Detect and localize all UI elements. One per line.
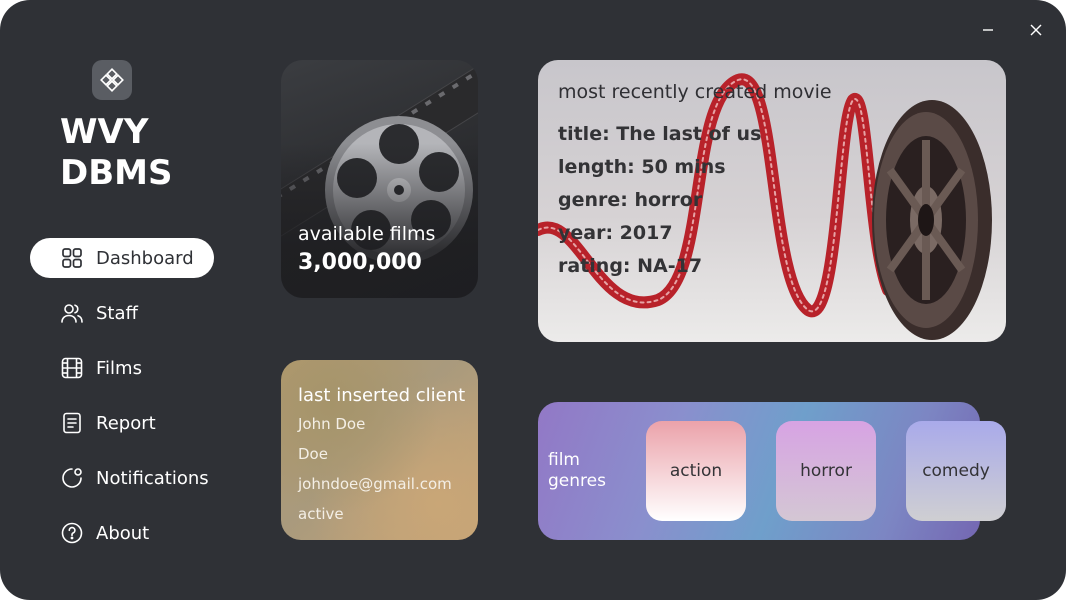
nav-label-staff: Staff <box>96 302 138 324</box>
minimize-button[interactable] <box>976 18 1000 42</box>
client-email: johndoe@gmail.com <box>298 475 452 493</box>
recent-movie-rating: rating: NA-17 <box>558 255 703 277</box>
film-genres-heading: film genres <box>548 450 606 492</box>
close-button[interactable] <box>1024 18 1048 42</box>
diamond-grid-icon <box>100 68 124 92</box>
app-title: WVY DBMS <box>60 112 172 194</box>
app-logo <box>92 60 132 100</box>
genre-tile-action[interactable]: action <box>646 421 746 521</box>
help-icon <box>60 521 84 545</box>
genre-label-comedy: comedy <box>922 461 990 481</box>
client-full-name: John Doe <box>298 415 366 433</box>
genre-label-horror: horror <box>800 461 852 481</box>
bell-icon <box>60 466 84 490</box>
recent-movie-card: most recently created movie title: The l… <box>538 60 1006 342</box>
nav-item-staff[interactable]: Staff <box>30 293 214 333</box>
nav-item-report[interactable]: Report <box>30 403 214 443</box>
last-client-heading: last inserted client <box>298 385 466 406</box>
film-icon <box>60 356 84 380</box>
app-title-line2: DBMS <box>60 153 173 193</box>
genre-label-action: action <box>669 461 723 481</box>
available-films-label: available films <box>298 223 436 245</box>
recent-movie-year: year: 2017 <box>558 222 673 244</box>
users-icon <box>60 301 84 325</box>
app-window: WVY DBMS Dashboard Staff Films Report No… <box>0 0 1066 600</box>
available-films-count: 3,000,000 <box>298 250 422 275</box>
document-icon <box>60 411 84 435</box>
recent-movie-title: title: The last of us <box>558 123 762 145</box>
recent-movie-genre: genre: horror <box>558 189 703 211</box>
grid-icon <box>60 246 84 270</box>
nav-label-films: Films <box>96 357 142 379</box>
film-genres-card: film genres action horror comedy <box>538 402 1006 540</box>
film-genres-heading-line2: genres <box>548 471 606 491</box>
nav-item-dashboard[interactable]: Dashboard <box>30 238 214 278</box>
film-genres-heading-line1: film <box>548 450 580 470</box>
nav-item-notifications[interactable]: Notifications <box>30 458 214 498</box>
client-status: active <box>298 505 344 523</box>
genre-tile-horror[interactable]: horror <box>776 421 876 521</box>
close-icon <box>1030 24 1042 36</box>
genre-tile-comedy[interactable]: comedy <box>906 421 1006 521</box>
client-last-name: Doe <box>298 445 328 463</box>
nav-label-notifications: Notifications <box>96 467 209 489</box>
nav-item-about[interactable]: About <box>30 513 214 553</box>
nav-item-films[interactable]: Films <box>30 348 214 388</box>
minimize-icon <box>983 29 993 31</box>
recent-movie-heading: most recently created movie <box>558 81 832 103</box>
app-title-line1: WVY <box>60 112 149 152</box>
nav-label-dashboard: Dashboard <box>96 247 194 269</box>
nav-label-report: Report <box>96 412 156 434</box>
available-films-card: available films 3,000,000 <box>281 60 478 298</box>
recent-movie-length: length: 50 mins <box>558 156 726 178</box>
last-client-card: last inserted client John Doe Doe johndo… <box>281 360 478 540</box>
nav-label-about: About <box>96 522 150 544</box>
